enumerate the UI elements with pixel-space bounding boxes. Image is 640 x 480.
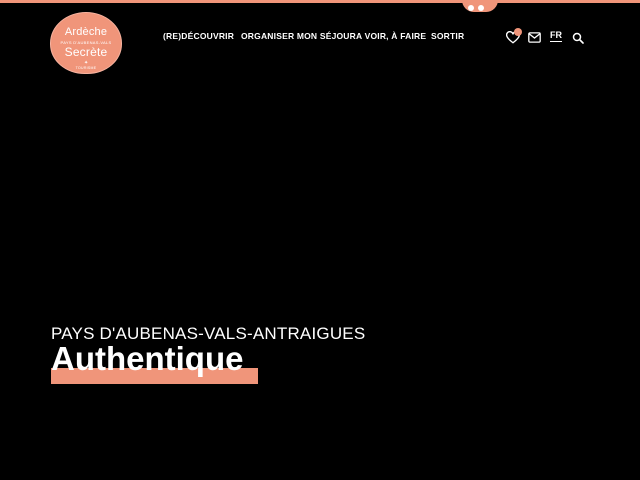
nav-item-organiser-sejour[interactable]: ORGANISER MON SÉJOUR	[241, 31, 356, 41]
logo-title-line2: Secrète	[64, 45, 108, 59]
nav-item-sortir[interactable]: SORTIR	[431, 31, 464, 41]
site-logo[interactable]: Ardèche PAYS D'AUBENAS-VALS Secrète ✦ TO…	[50, 12, 122, 74]
logo-title-line1: Ardèche	[64, 26, 108, 38]
language-selector[interactable]: FR	[550, 30, 562, 42]
top-accent-stripe	[0, 0, 640, 3]
favorites-badge	[514, 28, 522, 36]
notch-dot	[468, 5, 474, 11]
nav-item-a-voir-a-faire[interactable]: A VOIR, À FAIRE	[356, 31, 426, 41]
mail-icon[interactable]	[528, 32, 541, 43]
logo-footer: TOURISME	[75, 66, 97, 70]
nav-item-redecouvrir[interactable]: (RE)DÉCOUVRIR	[163, 31, 234, 41]
notch-dot	[478, 5, 484, 11]
hero-title: Authentique	[51, 340, 244, 377]
search-icon[interactable]	[572, 32, 584, 44]
